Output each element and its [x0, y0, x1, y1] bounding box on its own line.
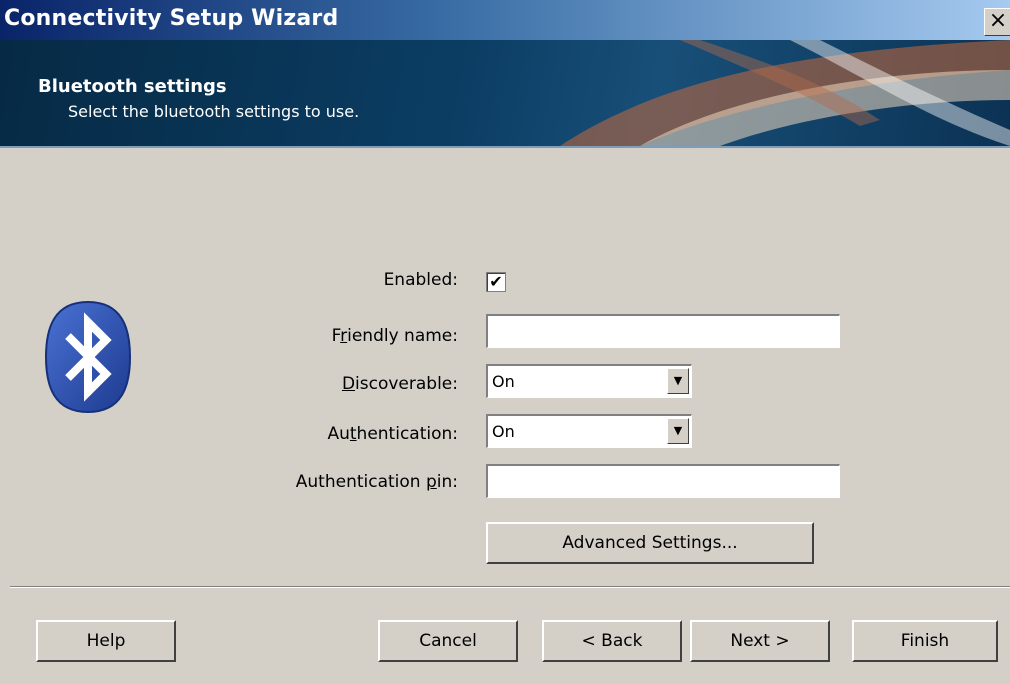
authentication-select[interactable]: On ▼: [486, 414, 692, 448]
help-button[interactable]: Help: [36, 620, 176, 662]
authentication-value: On: [492, 422, 515, 441]
back-button[interactable]: < Back: [542, 620, 682, 662]
enabled-checkbox[interactable]: ✔: [486, 272, 506, 292]
dropdown-arrow-icon[interactable]: ▼: [667, 368, 689, 394]
authentication-pin-label: Authentication pin:: [295, 472, 458, 492]
close-button[interactable]: ×: [984, 8, 1010, 36]
authentication-pin-input[interactable]: [486, 464, 840, 498]
friendly-name-label: Friendly name:: [331, 326, 458, 346]
dropdown-arrow-icon[interactable]: ▼: [667, 418, 689, 444]
header-banner: Bluetooth settings Select the bluetooth …: [0, 40, 1010, 148]
page-subtitle: Select the bluetooth settings to use.: [68, 102, 360, 121]
advanced-settings-button[interactable]: Advanced Settings...: [486, 522, 814, 564]
discoverable-label: Discoverable:: [341, 374, 458, 394]
authentication-label: Authentication:: [327, 424, 458, 444]
page-heading: Bluetooth settings: [38, 76, 227, 97]
discoverable-select[interactable]: On ▼: [486, 364, 692, 398]
title-bar: Connectivity Setup Wizard ×: [0, 0, 1010, 40]
bluetooth-icon: [44, 300, 132, 418]
next-button[interactable]: Next >: [690, 620, 830, 662]
friendly-name-input[interactable]: [486, 314, 840, 348]
finish-button[interactable]: Finish: [852, 620, 998, 662]
discoverable-value: On: [492, 372, 515, 391]
enabled-label: Enabled:: [383, 270, 458, 290]
window-title: Connectivity Setup Wizard: [4, 6, 339, 31]
cancel-button[interactable]: Cancel: [378, 620, 518, 662]
footer-divider: [10, 586, 1010, 588]
